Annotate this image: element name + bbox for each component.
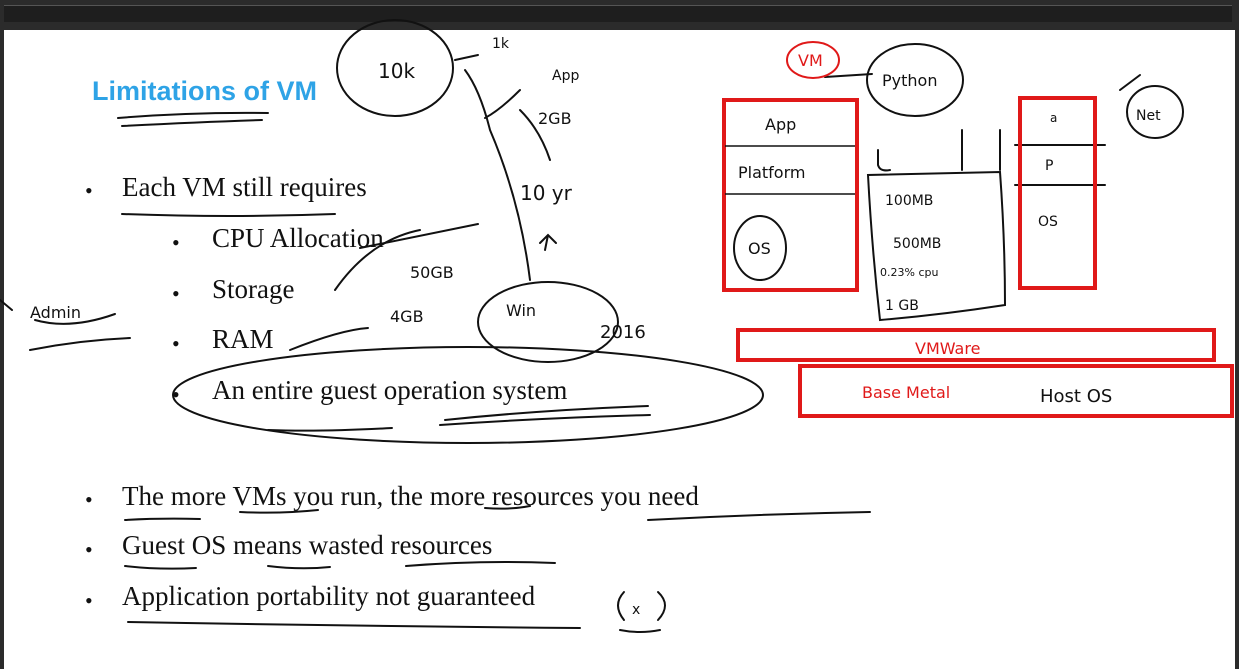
- vm-red-circle: [786, 41, 840, 79]
- bullet-dot: •: [172, 382, 180, 407]
- toolbar-strip: [4, 5, 1232, 22]
- note-1k: 1k: [492, 36, 510, 52]
- mem-1gb: 1 GB: [885, 298, 919, 314]
- bullet-dot: •: [172, 281, 180, 306]
- note-admin: Admin: [30, 303, 81, 322]
- circle-python: [866, 43, 964, 117]
- sub-bullet-ram: RAM: [212, 324, 274, 354]
- circle-net: [1126, 85, 1184, 139]
- right-p: P: [1045, 158, 1053, 174]
- circle-10k: [336, 19, 454, 117]
- mem-500mb: 500MB: [893, 236, 941, 252]
- circle-os: [733, 215, 787, 281]
- label-vmware: VMWare: [915, 339, 980, 358]
- right-frame: [1235, 30, 1239, 669]
- label-platform: Platform: [738, 163, 805, 182]
- label-os: OS: [748, 239, 771, 258]
- label-base-metal: Base Metal: [862, 383, 950, 402]
- bullet-dot: •: [85, 537, 93, 562]
- label-net: Net: [1136, 108, 1161, 124]
- note-50gb: 50GB: [410, 263, 454, 282]
- bullet-more-vms: The more VMs you run, the more resources…: [122, 481, 699, 511]
- sub-bullet-cpu: CPU Allocation: [212, 223, 384, 253]
- mem-cpu: 0.23% cpu: [880, 266, 938, 279]
- mem-100mb: 100MB: [885, 193, 933, 209]
- sub-bullet-storage: Storage: [212, 274, 295, 304]
- sub-bullet-guest-os: An entire guest operation system: [212, 375, 568, 405]
- title-underline: [117, 111, 269, 119]
- underline-each-vm: [121, 213, 336, 217]
- right-os: OS: [1038, 214, 1058, 230]
- note-x: x: [632, 602, 640, 618]
- label-host-os: Host OS: [1040, 386, 1112, 407]
- right-stack-box: [1018, 96, 1097, 290]
- bullet-dot: •: [172, 331, 180, 356]
- window-top-bar: [0, 0, 1239, 30]
- bullet-dot: •: [172, 230, 180, 255]
- left-frame: [0, 30, 4, 669]
- vmware-box: [736, 328, 1216, 362]
- bullet-portability: Application portability not guaranteed: [122, 581, 536, 611]
- label-vm: VM: [798, 51, 823, 70]
- note-app: App: [552, 68, 579, 84]
- note-2gb: 2GB: [538, 109, 572, 128]
- memory-blob: [866, 170, 1007, 322]
- base-metal-box: [798, 364, 1234, 418]
- bullet-dot: •: [85, 487, 93, 512]
- note-4gb: 4GB: [390, 307, 424, 326]
- vm-stack-box: [722, 98, 859, 292]
- note-win: Win: [506, 301, 536, 320]
- slide-title: Limitations of VM: [92, 76, 317, 106]
- bullet-guest-os-waste: Guest OS means wasted resources: [122, 530, 493, 560]
- bullet-vm-requires: Each VM still requires: [122, 172, 367, 202]
- note-2016: 2016: [600, 322, 646, 343]
- label-python: Python: [882, 71, 937, 90]
- note-10yr: 10 yr: [520, 181, 573, 205]
- bullet-dot: •: [85, 588, 93, 613]
- right-a: a: [1050, 111, 1057, 125]
- note-10k: 10k: [378, 59, 415, 83]
- circle-win: [477, 281, 619, 363]
- bullet-dot: •: [85, 178, 93, 203]
- label-app: App: [765, 115, 796, 134]
